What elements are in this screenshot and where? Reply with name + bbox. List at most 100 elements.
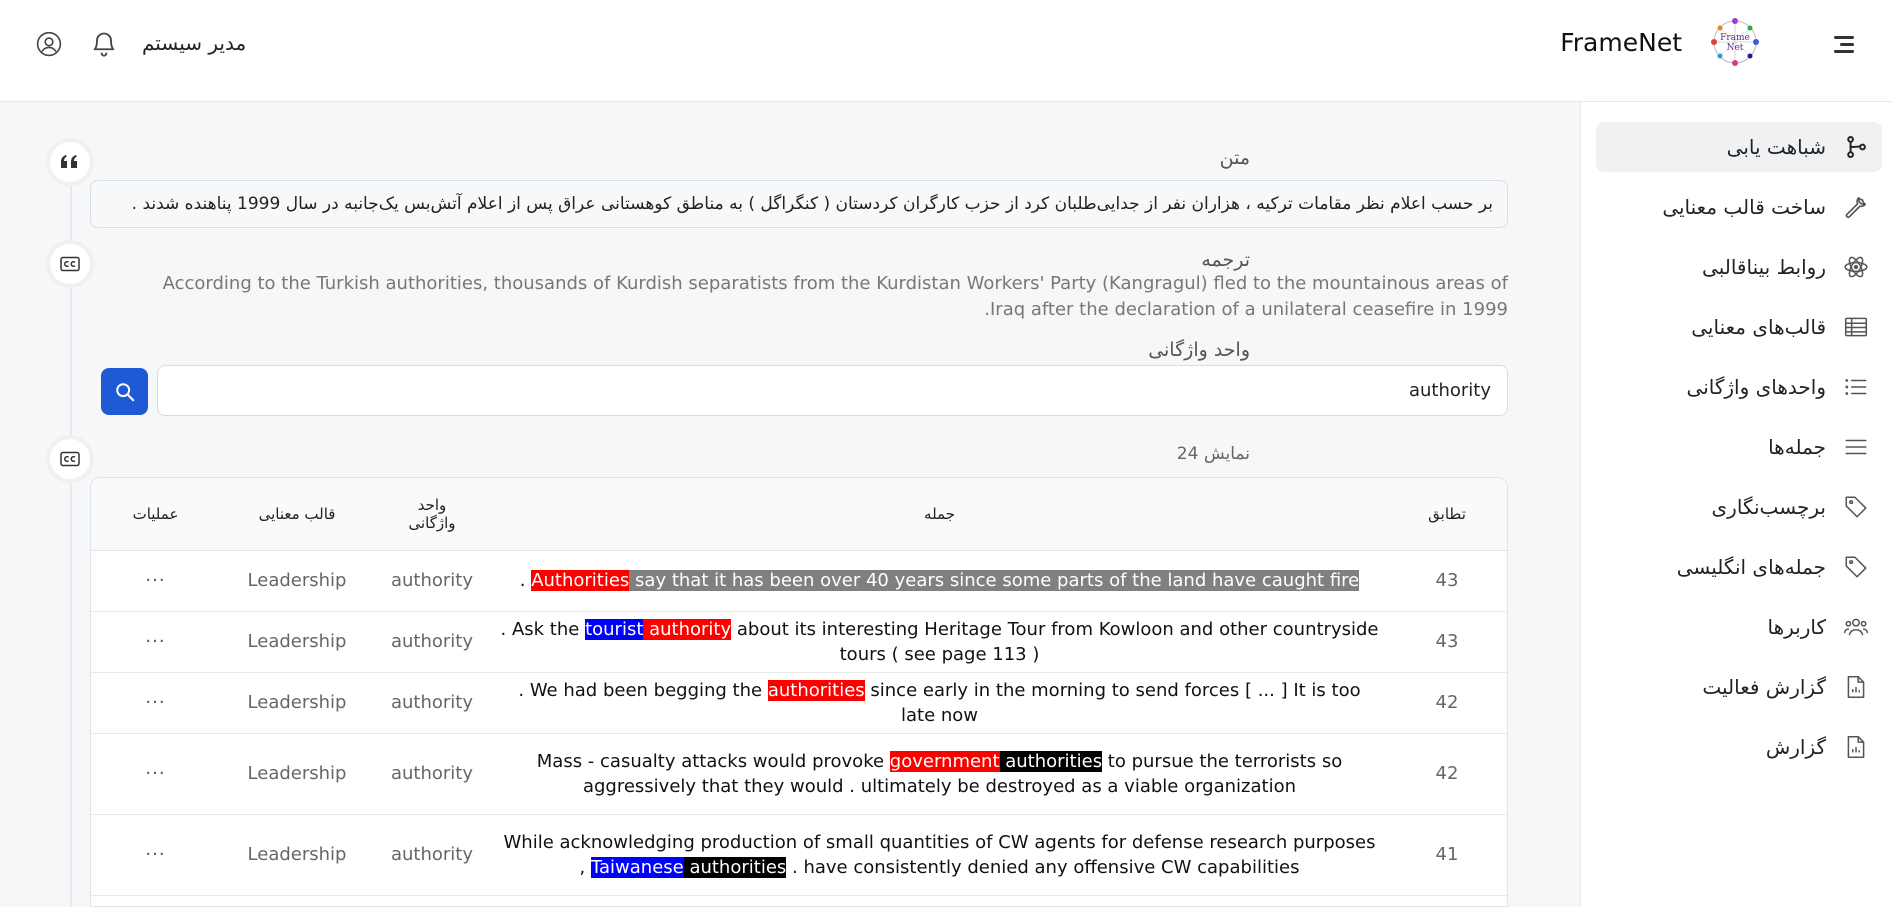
sidebar-item-similarity[interactable]: شباهت یابی — [1596, 122, 1882, 172]
sidebar-item-english-sentences[interactable]: جمله‌های انگلیسی — [1596, 542, 1882, 592]
header-frame[interactable]: قالب معنایی — [222, 478, 372, 550]
tag-icon — [1842, 553, 1870, 581]
score-cell: 43 — [1435, 570, 1459, 591]
file-chart-icon — [1842, 673, 1870, 701]
score-cell: 42 — [1435, 692, 1459, 713]
table-row: 43. Authorities say that it has been ove… — [91, 550, 1507, 612]
sidebar: شباهت یابی ساخت قالب معنایی روابط بیناقا… — [1580, 102, 1892, 907]
score-cell: 42 — [1435, 763, 1459, 784]
lexical-unit-cell: authority — [390, 844, 474, 865]
lexical-unit-cell: authority — [390, 763, 474, 784]
frame-cell: Leadership — [247, 570, 347, 591]
highlight-span: authorities — [683, 856, 787, 878]
tag-icon — [1842, 493, 1870, 521]
header-score[interactable]: تطابق — [1387, 478, 1507, 550]
sidebar-item-label: برچسب‌نگاری — [1711, 495, 1826, 519]
sentence-segment: . — [519, 570, 532, 591]
source-text-field[interactable]: بر حسب اعلام نظر مقامات ترکیه ، هزاران ن… — [90, 180, 1508, 228]
header-operations: عملیات — [132, 505, 179, 523]
sentence-segment: . Ask the — [500, 618, 586, 640]
highlight-span: government — [889, 750, 1000, 772]
lines-icon — [1842, 433, 1870, 461]
sidebar-item-frames[interactable]: قالب‌های معنایی — [1596, 302, 1882, 352]
sidebar-item-build-frame[interactable]: ساخت قالب معنایی — [1596, 182, 1882, 232]
sidebar-item-users[interactable]: کاربرها — [1596, 602, 1882, 652]
sentence-segment: . We had been begging the — [518, 679, 768, 701]
caption-icon — [46, 435, 94, 483]
header-lexical-unit[interactable]: واحد واژگانی — [372, 478, 492, 550]
framenet-logo: Frame Net — [1711, 18, 1759, 66]
users-icon — [1842, 613, 1870, 641]
lexical-unit-cell: authority — [390, 631, 474, 652]
translation-text: According to the Turkish authorities, th… — [162, 273, 1508, 320]
atom-icon — [1842, 253, 1870, 281]
result-count: نمایش 24 — [1176, 444, 1250, 464]
results-table: تطابق جمله واحد واژگانی قالب معنایی عملی… — [90, 477, 1508, 907]
score-cell: 43 — [1435, 631, 1459, 652]
more-actions-icon[interactable]: ··· — [91, 814, 222, 895]
more-actions-icon[interactable]: ··· — [91, 733, 222, 814]
sentence-cell: . We had been begging the authorities si… — [492, 672, 1387, 733]
caption-icon — [46, 240, 94, 288]
more-actions-icon[interactable]: ··· — [91, 672, 222, 733]
sentence-text: . Authorities say that it has been over … — [500, 568, 1380, 593]
menu-icon[interactable] — [1828, 31, 1856, 59]
sentence-segment: Mass - casualty attacks would provoke — [536, 750, 890, 772]
sidebar-item-report[interactable]: گزارش — [1596, 722, 1882, 772]
user-name[interactable]: مدیر سیستم — [142, 31, 246, 55]
table-icon — [1842, 313, 1870, 341]
highlight-span: authorities — [767, 679, 865, 701]
score-cell: 41 — [1435, 844, 1459, 865]
svg-text:Frame: Frame — [1720, 33, 1750, 43]
svg-text:Net: Net — [1727, 43, 1744, 53]
header-lexical-unit-text: واحد واژگانی — [408, 496, 456, 532]
sentence-segment: since early in the morning to send force… — [864, 679, 1361, 726]
lexical-unit-label: واحد واژگانی — [1148, 339, 1250, 361]
file-chart-icon — [1842, 733, 1870, 761]
highlight-span: say that it has been over 40 years since… — [629, 570, 1360, 591]
table-row: 42 Mass - casualty attacks would provoke … — [91, 733, 1507, 815]
sentence-segment: about its interesting Heritage Tour from… — [731, 618, 1379, 665]
highlight-span: Authorities — [531, 570, 630, 591]
table-row: 41 While acknowledging production of smal… — [91, 814, 1507, 896]
sidebar-item-label: واحدهای واژگانی — [1686, 375, 1826, 399]
sidebar-item-label: کاربرها — [1767, 615, 1826, 639]
sentence-text: Mass - casualty attacks would provoke go… — [500, 749, 1380, 799]
sentence-cell: While acknowledging production of small … — [492, 814, 1387, 895]
more-actions-icon[interactable]: ··· — [91, 550, 222, 611]
sentence-cell: . Ask the tourist authority about its in… — [492, 611, 1387, 672]
search-icon — [115, 382, 134, 401]
quote-icon — [46, 138, 94, 186]
sidebar-item-sentences[interactable]: جمله‌ها — [1596, 422, 1882, 472]
sidebar-item-labeling[interactable]: برچسب‌نگاری — [1596, 482, 1882, 532]
list-icon — [1842, 373, 1870, 401]
sidebar-item-label: گزارش فعالیت — [1702, 675, 1826, 699]
translation-label: ترجمه — [1201, 249, 1250, 271]
text-label: متن — [1219, 147, 1250, 169]
frame-cell: Leadership — [247, 631, 347, 652]
search-button[interactable] — [101, 368, 148, 415]
frame-cell: Leadership — [247, 763, 347, 784]
frame-cell: Leadership — [247, 692, 347, 713]
branch-icon — [1842, 133, 1870, 161]
header-sentence[interactable]: جمله — [492, 478, 1387, 550]
table-header: تطابق جمله واحد واژگانی قالب معنایی عملی… — [91, 478, 1507, 551]
more-actions-icon[interactable]: ··· — [91, 611, 222, 672]
sentence-text: . We had been begging the authorities si… — [500, 678, 1380, 728]
sidebar-item-frame-relations[interactable]: روابط بیناقالبی — [1596, 242, 1882, 292]
user-circle-icon[interactable] — [36, 31, 62, 57]
lexical-unit-input[interactable]: authority — [157, 365, 1508, 416]
frame-cell: Leadership — [247, 844, 347, 865]
bell-icon[interactable] — [90, 30, 118, 58]
sentence-text: While acknowledging production of small … — [500, 830, 1380, 880]
sidebar-item-lexical-units[interactable]: واحدهای واژگانی — [1596, 362, 1882, 412]
lexical-unit-cell: authority — [390, 570, 474, 591]
table-row: 42 . We had been begging the authorities … — [91, 672, 1507, 734]
highlight-span: authorities — [999, 750, 1103, 772]
sidebar-item-activity-report[interactable]: گزارش فعالیت — [1596, 662, 1882, 712]
sentence-cell: Mass - casualty attacks would provoke go… — [492, 733, 1387, 814]
sidebar-item-label: شباهت یابی — [1726, 135, 1826, 159]
sentence-text: . Ask the tourist authority about its in… — [500, 617, 1380, 667]
highlight-span: authority — [643, 618, 732, 640]
top-header: Frame Net FrameNet مدیر سیستم — [0, 0, 1892, 102]
